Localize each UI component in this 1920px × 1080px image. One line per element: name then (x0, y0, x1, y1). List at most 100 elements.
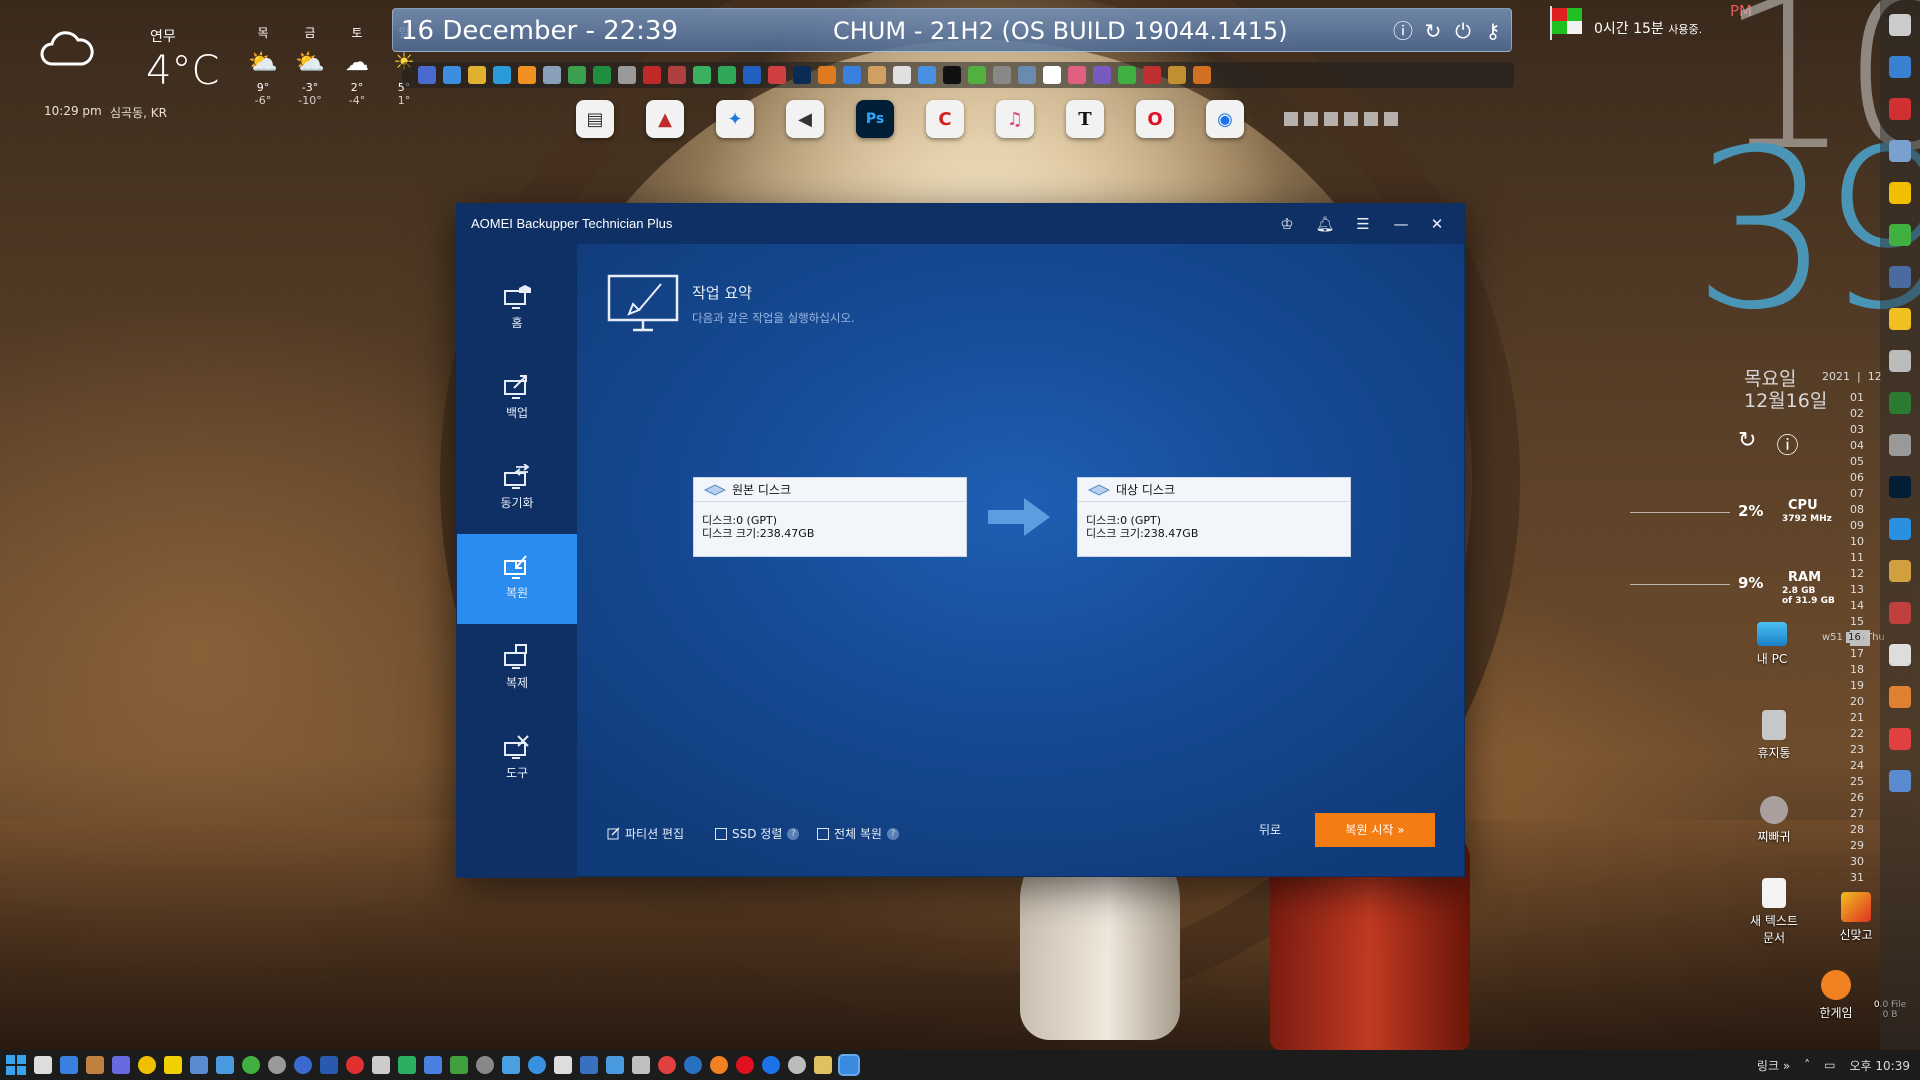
taskbar-app-icon[interactable] (528, 1056, 546, 1074)
launcher-icon[interactable] (1889, 518, 1911, 540)
launcher-icon[interactable] (1889, 392, 1911, 414)
photoshop-icon[interactable]: Ps (856, 100, 894, 138)
ccleaner-icon[interactable]: C (926, 100, 964, 138)
app-icon[interactable] (893, 66, 911, 84)
taskbar-app-icon[interactable] (424, 1056, 442, 1074)
restart-icon[interactable]: ↻ (1738, 428, 1756, 460)
restart-icon[interactable]: ↻ (1421, 19, 1445, 43)
taskbar-app-icon[interactable] (632, 1056, 650, 1074)
key-icon[interactable]: ⚷ (1481, 19, 1505, 43)
app-icon[interactable] (693, 66, 711, 84)
taskbar-app-icon[interactable] (606, 1056, 624, 1074)
full-restore-checkbox[interactable] (817, 827, 829, 840)
taskbar-app-icon[interactable] (398, 1056, 416, 1074)
app-icon[interactable] (468, 66, 486, 84)
ssd-align-checkbox[interactable] (715, 827, 727, 840)
bluetooth-icon[interactable]: ✦ (716, 100, 754, 138)
settings-icon[interactable] (34, 1056, 52, 1074)
itunes-icon[interactable]: ♫ (996, 100, 1034, 138)
close-icon[interactable]: ✕ (1425, 212, 1449, 236)
taskbar-app-icon[interactable] (164, 1056, 182, 1074)
app-icon[interactable] (968, 66, 986, 84)
nav-home[interactable]: 홈 (457, 264, 577, 354)
taskbar-app-icon[interactable] (450, 1056, 468, 1074)
taskbar-app-icon[interactable] (268, 1056, 286, 1074)
launcher-icon[interactable] (1889, 140, 1911, 162)
launcher-icon[interactable] (1889, 98, 1911, 120)
app-icon[interactable] (618, 66, 636, 84)
app-icon[interactable] (1043, 66, 1061, 84)
opera-icon[interactable]: O (1136, 100, 1174, 138)
chevron-up-icon[interactable]: ˄ (1804, 1058, 1810, 1072)
app-icon[interactable] (593, 66, 611, 84)
app-icon[interactable] (1193, 66, 1211, 84)
app-icon[interactable] (643, 66, 661, 84)
launcher-icon[interactable] (1889, 686, 1911, 708)
nav-backup[interactable]: 백업 (457, 354, 577, 444)
app-icon[interactable] (793, 66, 811, 84)
scanner-icon[interactable]: ▤ (576, 100, 614, 138)
launcher-icon[interactable] (1889, 728, 1911, 750)
app-icon[interactable] (443, 66, 461, 84)
bell-icon[interactable]: 🔔︎ (1313, 212, 1337, 236)
chrome-icon[interactable] (762, 1056, 780, 1074)
desktop-icon-my-pc[interactable]: 내 PC (1732, 622, 1812, 667)
taskbar-app-icon[interactable] (320, 1056, 338, 1074)
nav-restore[interactable]: 복원 (457, 534, 577, 624)
app-icon[interactable] (1068, 66, 1086, 84)
chrome-icon[interactable]: ◉ (1206, 100, 1244, 138)
folder-icon[interactable] (814, 1056, 832, 1074)
app-icon[interactable] (493, 66, 511, 84)
app-icon[interactable] (993, 66, 1011, 84)
app-icon[interactable] (818, 66, 836, 84)
taskbar-app-icon[interactable] (788, 1056, 806, 1074)
taskbar-app-icon[interactable] (138, 1056, 156, 1074)
target-disk-card[interactable]: 대상 디스크 디스크:0 (GPT) 디스크 크기:238.47GB (1077, 477, 1351, 557)
app-icon[interactable] (843, 66, 861, 84)
help-icon[interactable]: ? (886, 827, 899, 840)
taskbar-app-icon[interactable] (294, 1056, 312, 1074)
launcher-icon[interactable] (1889, 560, 1911, 582)
launcher-icon[interactable] (1889, 266, 1911, 288)
ssd-align-option[interactable]: SSD 정렬 ? (715, 825, 800, 842)
launcher-icon[interactable] (1889, 476, 1911, 498)
taskbar-app-icon[interactable] (554, 1056, 572, 1074)
app-icon[interactable] (1168, 66, 1186, 84)
taskbar-app-icon[interactable] (658, 1056, 676, 1074)
desktop-icon-recycle-bin[interactable]: 휴지통 (1734, 710, 1814, 761)
start-restore-button[interactable]: 복원 시작 » (1315, 813, 1435, 847)
taskbar-app-icon[interactable] (372, 1056, 390, 1074)
app-icon[interactable] (543, 66, 561, 84)
launcher-icon[interactable] (1889, 350, 1911, 372)
launcher-icon[interactable] (1889, 14, 1911, 36)
opera-icon[interactable] (736, 1056, 754, 1074)
menu-icon[interactable]: ☰ (1351, 212, 1375, 236)
launcher-icon[interactable] (1889, 770, 1911, 792)
launcher-icon[interactable] (1889, 644, 1911, 666)
app-icon[interactable] (868, 66, 886, 84)
full-restore-option[interactable]: 전체 복원 ? (817, 825, 899, 842)
taskbar-app-icon[interactable] (502, 1056, 520, 1074)
source-disk-card[interactable]: 원본 디스크 디스크:0 (GPT) 디스크 크기:238.47GB (693, 477, 967, 557)
tray-links[interactable]: 링크 » (1757, 1057, 1790, 1074)
aomei-taskbar-icon[interactable] (838, 1054, 860, 1076)
info-icon[interactable]: ⓘ (1391, 19, 1415, 43)
typora-icon[interactable]: T (1066, 100, 1104, 138)
minimize-icon[interactable]: — (1389, 212, 1413, 236)
app-icon[interactable] (1118, 66, 1136, 84)
app-icon[interactable] (943, 66, 961, 84)
taskbar-app-icon[interactable] (86, 1056, 104, 1074)
app-icon[interactable] (1093, 66, 1111, 84)
nav-tools[interactable]: 도구 (457, 714, 577, 804)
launcher-icon[interactable] (1889, 224, 1911, 246)
crown-icon[interactable]: ♔ (1275, 212, 1299, 236)
taskbar-app-icon[interactable] (112, 1056, 130, 1074)
app-icon[interactable] (518, 66, 536, 84)
app-icon[interactable] (743, 66, 761, 84)
nav-clone[interactable]: 복제 (457, 624, 577, 714)
taskbar-app-icon[interactable] (190, 1056, 208, 1074)
back-button[interactable]: 뒤로 (1259, 821, 1281, 838)
ccleaner-icon[interactable]: ▲ (646, 100, 684, 138)
app-icon[interactable] (1018, 66, 1036, 84)
app-icon[interactable] (718, 66, 736, 84)
